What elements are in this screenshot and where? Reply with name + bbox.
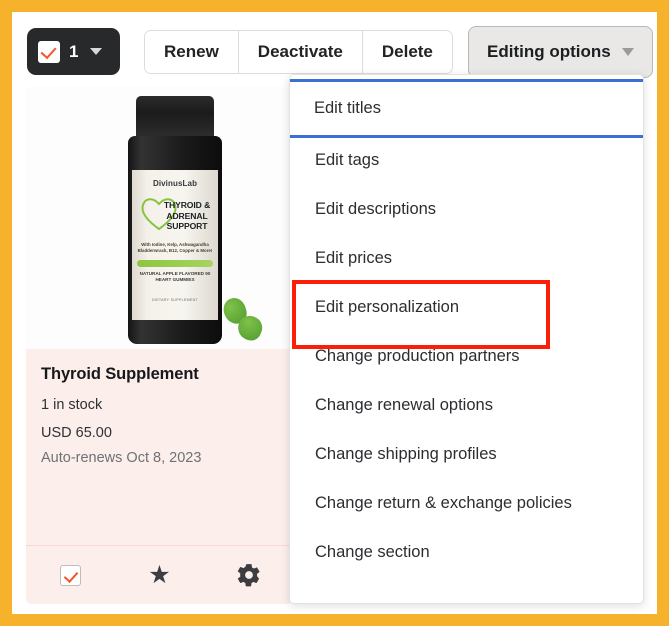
listing-card-actions: ★: [26, 545, 293, 604]
menu-item-edit-prices[interactable]: Edit prices: [290, 234, 643, 283]
gear-icon[interactable]: [236, 562, 262, 588]
delete-button[interactable]: Delete: [362, 31, 452, 73]
bottle-accent-bar: [137, 260, 213, 267]
chevron-down-icon[interactable]: [89, 48, 102, 55]
brand-name: DivinusLab: [152, 179, 198, 188]
listing-title: Thyroid Supplement: [41, 365, 199, 383]
menu-item-label: Change return & exchange policies: [315, 494, 572, 512]
menu-item-edit-tags[interactable]: Edit tags: [290, 136, 643, 185]
menu-item-change-production-partners[interactable]: Change production partners: [290, 332, 643, 381]
menu-item-label: Edit tags: [315, 151, 380, 169]
annotated-screenshot-frame: 1 Renew Deactivate Delete Editing option…: [0, 0, 669, 626]
editing-options-label: Editing options: [487, 42, 611, 61]
settings-button[interactable]: [204, 546, 293, 604]
favorite-button[interactable]: ★: [115, 546, 204, 604]
menu-item-label: Edit descriptions: [315, 200, 437, 218]
selection-count-dropdown[interactable]: 1: [27, 28, 120, 75]
listing-stock: 1 in stock: [41, 397, 103, 413]
listing-card[interactable]: DivinusLab THYROID & ADRENAL SUPPORT Wit…: [26, 86, 293, 604]
supplement-bottle-illustration: DivinusLab THYROID & ADRENAL SUPPORT Wit…: [120, 86, 266, 349]
menu-item-edit-personalization[interactable]: Edit personalization: [290, 280, 643, 349]
deactivate-button[interactable]: Deactivate: [238, 31, 363, 73]
bottle-label: DivinusLab THYROID & ADRENAL SUPPORT Wit…: [132, 170, 218, 320]
listing-price: USD 65.00: [41, 425, 112, 441]
chevron-down-icon: [621, 48, 634, 56]
listing-image[interactable]: DivinusLab THYROID & ADRENAL SUPPORT Wit…: [26, 86, 293, 349]
select-all-checkbox-icon[interactable]: [38, 40, 60, 63]
menu-item-label: Edit personalization: [315, 298, 460, 316]
bottle-product-name: THYROID & ADRENAL SUPPORT: [163, 200, 211, 232]
menu-item-change-return-exchange-policies[interactable]: Change return & exchange policies: [290, 479, 643, 528]
menu-item-change-section[interactable]: Change section: [290, 528, 643, 577]
menu-item-label: Change renewal options: [315, 396, 493, 414]
listing-details: Thyroid Supplement 1 in stock USD 65.00 …: [26, 349, 293, 466]
bulk-edit-toolbar: 1 Renew Deactivate Delete Editing option…: [12, 18, 657, 80]
bottle-ingredients: With Iodine, Kelp, Ashwagandha Bladderwr…: [137, 242, 213, 253]
editing-options-button[interactable]: Editing options: [468, 26, 653, 78]
bottle-supplement-note: DIETARY SUPPLEMENT: [152, 298, 198, 302]
checkbox-checked-icon[interactable]: [60, 564, 81, 586]
star-icon[interactable]: ★: [148, 562, 170, 588]
bottle-flavor-text: NATURAL APPLE FLAVORED 90 HEART GUMMIES: [139, 271, 211, 283]
menu-item-label: Edit prices: [315, 249, 393, 267]
editing-options-menu: Edit titles Edit tags Edit descriptions …: [289, 74, 644, 604]
select-checkbox[interactable]: [26, 546, 115, 604]
menu-item-label: Change shipping profiles: [315, 445, 497, 463]
menu-item-label: Edit titles: [314, 99, 381, 117]
bulk-action-button-group: Renew Deactivate Delete: [144, 30, 453, 74]
menu-item-edit-descriptions[interactable]: Edit descriptions: [290, 185, 643, 234]
bottle-cap: [136, 96, 214, 138]
menu-item-label: Change section: [315, 543, 430, 561]
app-surface: 1 Renew Deactivate Delete Editing option…: [12, 12, 657, 614]
renew-button[interactable]: Renew: [145, 31, 239, 73]
menu-item-label: Change production partners: [315, 347, 520, 365]
listing-renewal-date: Auto-renews Oct 8, 2023: [41, 450, 202, 466]
menu-item-change-renewal-options[interactable]: Change renewal options: [290, 381, 643, 430]
menu-item-change-shipping-profiles[interactable]: Change shipping profiles: [290, 430, 643, 479]
menu-item-edit-titles[interactable]: Edit titles: [290, 79, 643, 138]
selected-count-label: 1: [69, 41, 79, 61]
